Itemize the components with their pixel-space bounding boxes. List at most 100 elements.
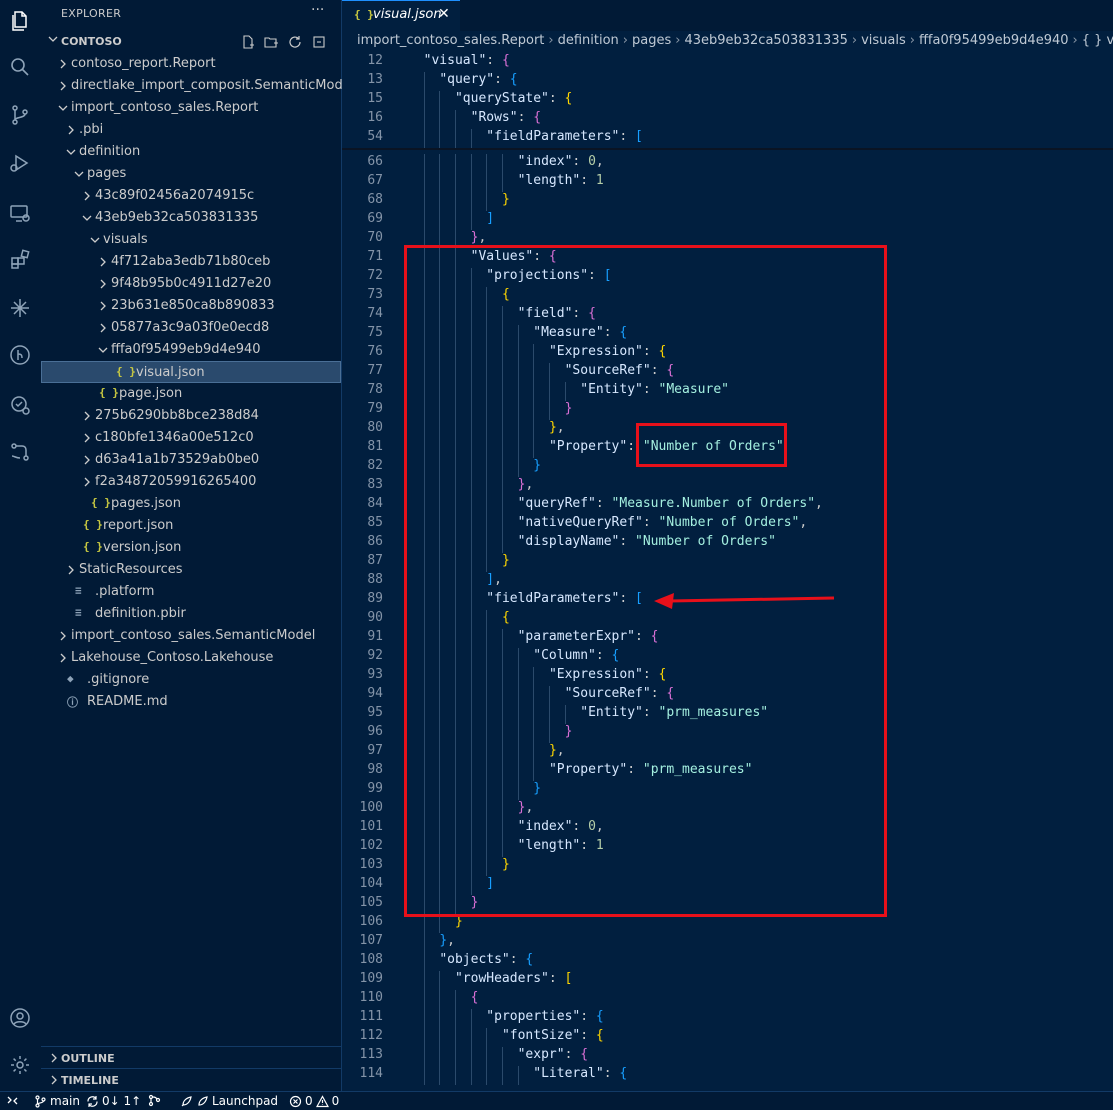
tree-file[interactable]: { } pages.json (41, 493, 341, 515)
tree-folder[interactable]: contoso_report.Report (41, 53, 341, 75)
explorer-icon[interactable] (5, 6, 35, 36)
timeline-section[interactable]: TIMELINE (41, 1068, 341, 1091)
indent-guide (501, 1047, 503, 1066)
account-icon[interactable] (5, 1003, 35, 1033)
breadcrumb-item[interactable]: import_contoso_sales.Report (357, 33, 544, 48)
tree-item-label: d63a41a1b73529ab0be0 (95, 452, 260, 467)
indent-guide (470, 129, 472, 148)
explorer-sidebar: EXPLORER ··· CONTOSO contoso_report.Repo… (41, 0, 354, 1091)
tree-folder[interactable]: 05877a3c9a03f0e0ecd8 (41, 317, 341, 339)
launchpad-button[interactable]: Launchpad (180, 1094, 278, 1108)
branch-indicator[interactable]: main (34, 1094, 80, 1108)
line-number: 13 (367, 72, 383, 87)
breadcrumb-item[interactable]: { } visual.json (1082, 33, 1113, 48)
tree-folder[interactable]: fffa0f95499eb9d4e940 (41, 339, 341, 361)
new-folder-icon[interactable] (263, 34, 279, 50)
chevron-down-icon (73, 168, 85, 180)
breadcrumb-item[interactable]: visuals (861, 33, 906, 48)
line-number: 102 (359, 838, 383, 853)
tree-file[interactable]: { } page.json (41, 383, 341, 405)
indent-guide (454, 1066, 456, 1085)
tree-folder[interactable]: 9f48b95b0c4911d27e20 (41, 273, 341, 295)
line-number: 100 (359, 800, 383, 815)
code-token: : (548, 971, 565, 986)
tree-folder[interactable]: 275b6290bb8bce238d84 (41, 405, 341, 427)
tree-file[interactable]: ≡ .platform (41, 581, 341, 603)
run-debug-icon[interactable] (5, 148, 35, 178)
code-token: [ (635, 129, 643, 144)
source-control-icon[interactable] (5, 100, 35, 130)
tree-folder[interactable]: 43eb9eb32ca503831335 (41, 207, 341, 229)
tree-file[interactable]: ⓘ README.md (41, 691, 341, 713)
tab-visual-json[interactable]: { } visual.json ✕ (342, 0, 460, 31)
line-number: 81 (367, 439, 383, 454)
code-text: }, (471, 230, 487, 245)
refresh-icon[interactable] (287, 34, 303, 50)
tree-folder[interactable]: definition (41, 141, 341, 163)
outline-section[interactable]: OUTLINE (41, 1046, 341, 1069)
tree-file[interactable]: { } visual.json (41, 361, 341, 383)
remote-indicator-icon[interactable] (6, 1094, 19, 1107)
tree-folder[interactable]: visuals (41, 229, 341, 251)
tree-item-label: definition.pbir (95, 606, 186, 621)
indent-guide (501, 173, 503, 192)
tree-folder[interactable]: 43c89f02456a2074915c (41, 185, 341, 207)
tree-folder[interactable]: f2a34872059916265400 (41, 471, 341, 493)
more-actions-button[interactable]: ··· (311, 2, 324, 18)
breadcrumb-item[interactable]: pages (632, 33, 671, 48)
tree-folder[interactable]: import_contoso_sales.SemanticModel (41, 625, 341, 647)
chevron-down-icon (89, 234, 101, 246)
problems-indicator[interactable]: 0 0 (289, 1094, 339, 1108)
line-number: 83 (367, 477, 383, 492)
code-line: 12 "visual": { (342, 53, 1113, 72)
tree-item-label: import_contoso_sales.SemanticModel (71, 628, 316, 643)
git-file-icon: ◆ (67, 672, 74, 685)
warning-icon (315, 1094, 329, 1107)
pull-request-icon[interactable] (5, 437, 35, 467)
code-token: : (580, 1028, 596, 1043)
breadcrumb-item[interactable]: fffa0f95499eb9d4e940 (919, 33, 1069, 48)
line-number: 88 (367, 572, 383, 587)
indent-guide (423, 1066, 425, 1085)
tree-folder[interactable]: 23b631e850ca8b890833 (41, 295, 341, 317)
indent-guide (423, 1028, 425, 1047)
git-graph-status-icon[interactable] (148, 1094, 161, 1107)
chevron-right-icon (97, 278, 109, 290)
tab-close-button[interactable]: ✕ (438, 6, 450, 22)
line-number: 12 (367, 53, 383, 68)
tree-folder[interactable]: StaticResources (41, 559, 341, 581)
new-file-icon[interactable] (240, 34, 256, 50)
tree-folder[interactable]: 4f712aba3edb71b80ceb (41, 251, 341, 273)
git-graph-icon[interactable] (5, 340, 35, 370)
search-icon[interactable] (5, 52, 35, 82)
breadcrumb-item[interactable]: definition (558, 33, 619, 48)
code-text: } (502, 192, 510, 207)
breadcrumb-item[interactable]: 43eb9eb32ca503831335 (684, 33, 847, 48)
tree-file[interactable]: ◆ .gitignore (41, 669, 341, 691)
tree-folder[interactable]: d63a41a1b73529ab0be0 (41, 449, 341, 471)
tree-folder[interactable]: Lakehouse_Contoso.Lakehouse (41, 647, 341, 669)
tree-file[interactable]: { } report.json (41, 515, 341, 537)
tree-file[interactable]: { } version.json (41, 537, 341, 559)
code-text: "expr": { (518, 1047, 588, 1062)
tree-folder[interactable]: directlake_import_composit.SemanticModel (41, 75, 354, 97)
tree-folder[interactable]: import_contoso_sales.Report (41, 97, 341, 119)
workspace-folder-header[interactable]: CONTOSO (41, 31, 341, 53)
tree-folder[interactable]: .pbi (41, 119, 341, 141)
tree-item-label: 9f48b95b0c4911d27e20 (111, 276, 272, 291)
tree-folder[interactable]: pages (41, 163, 341, 185)
settings-gear-icon[interactable] (5, 1050, 35, 1080)
code-line: 113 "expr": { (342, 1047, 1113, 1066)
tree-folder[interactable]: c180bfe1346a00e512c0 (41, 427, 341, 449)
sync-status: 0↓ 1↑ (102, 1094, 142, 1108)
testing-icon[interactable] (5, 390, 35, 420)
copilot-icon[interactable] (5, 293, 35, 323)
indent-guide (439, 91, 441, 110)
collapse-all-icon[interactable] (311, 34, 327, 50)
extensions-icon[interactable] (5, 245, 35, 275)
error-count: 0 (305, 1094, 313, 1108)
tree-file[interactable]: ≡ definition.pbir (41, 603, 341, 625)
outline-label: OUTLINE (61, 1052, 115, 1065)
remote-explorer-icon[interactable] (5, 198, 35, 228)
sync-indicator[interactable]: 0↓ 1↑ (86, 1094, 141, 1108)
